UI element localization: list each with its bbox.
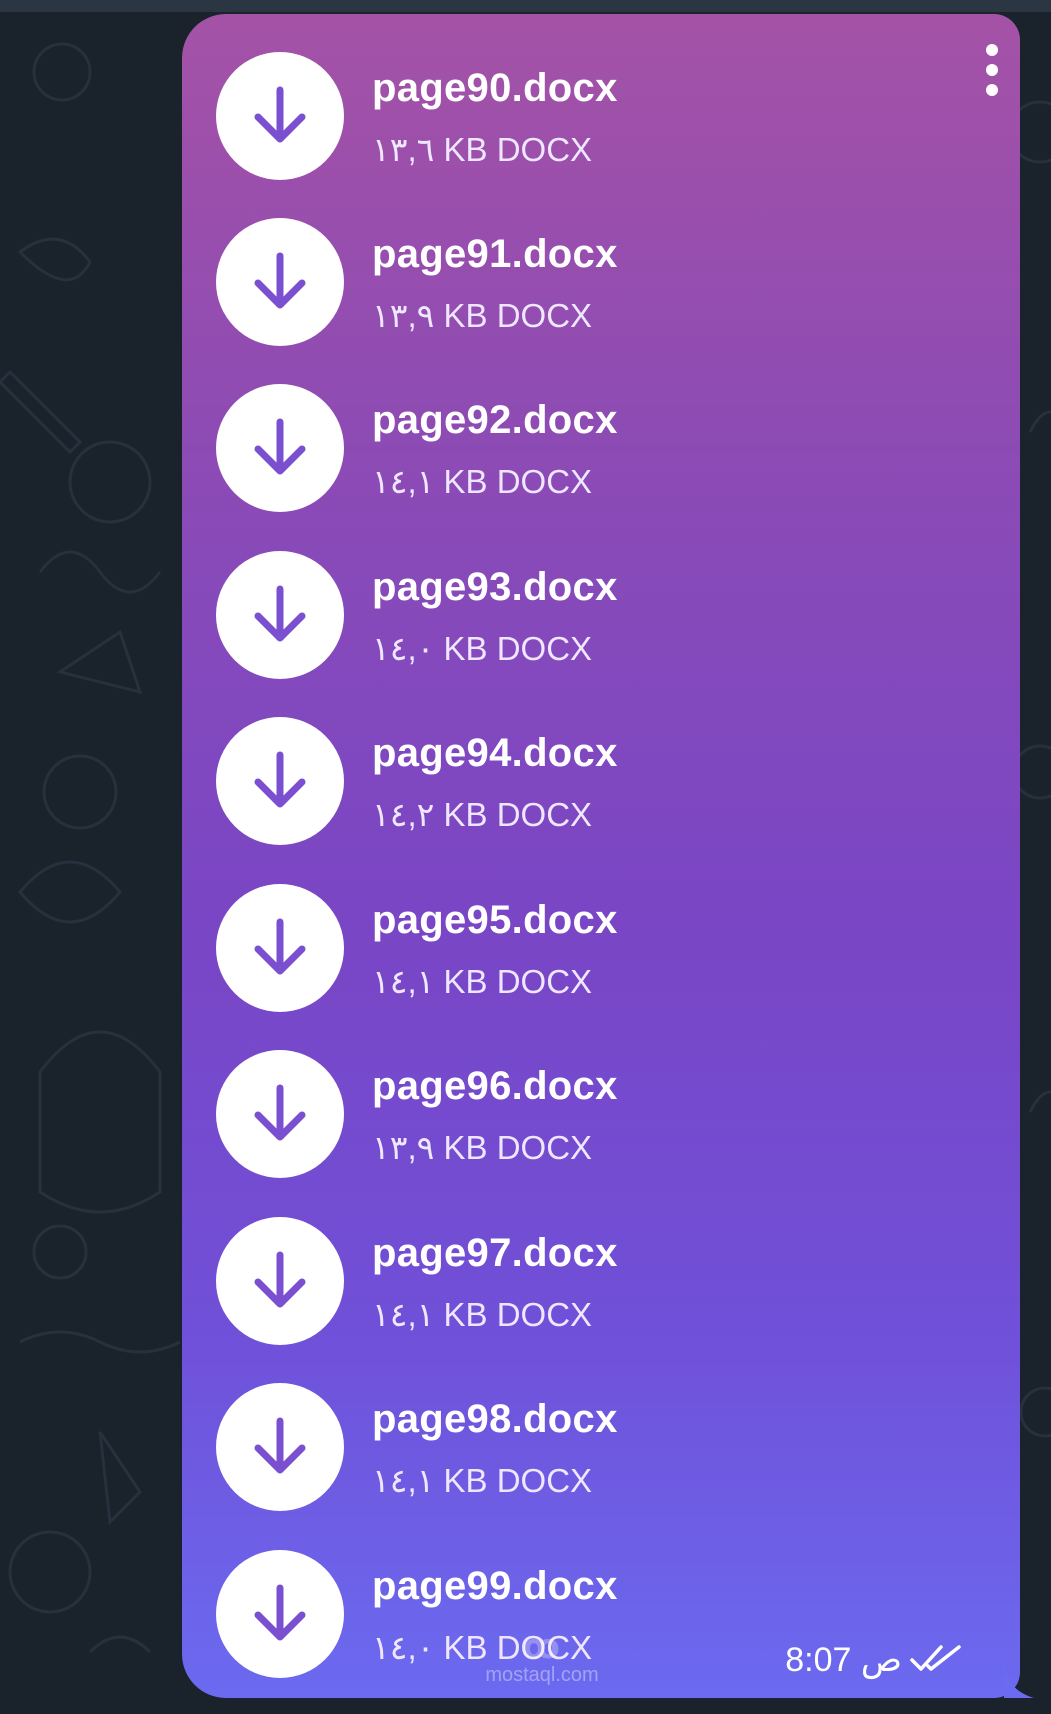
download-button[interactable] <box>216 218 344 346</box>
file-size: ١٤,١ KB DOCX <box>372 463 593 500</box>
download-button[interactable] <box>216 884 344 1012</box>
file-size: ١٤,١ KB DOCX <box>372 1296 593 1333</box>
file-name: page99.docx <box>372 1564 618 1608</box>
download-arrow-icon <box>254 252 306 309</box>
file-size: ١٣,٦ KB DOCX <box>372 131 593 168</box>
download-arrow-icon <box>254 86 306 143</box>
download-arrow-icon <box>254 418 306 475</box>
file-size: ١٣,٩ KB DOCX <box>372 297 593 334</box>
download-button[interactable] <box>216 1050 344 1178</box>
file-attachment[interactable]: page95.docx ١٤,١ KB DOCX <box>182 874 882 1014</box>
file-size: ١٤,٢ KB DOCX <box>372 796 593 833</box>
file-name: page97.docx <box>372 1231 618 1275</box>
top-bar <box>0 0 1051 12</box>
file-attachment[interactable]: page97.docx ١٤,١ KB DOCX <box>182 1207 882 1347</box>
file-name: page95.docx <box>372 898 618 942</box>
download-arrow-icon <box>254 918 306 975</box>
file-name: page94.docx <box>372 731 618 775</box>
file-name: page90.docx <box>372 66 618 110</box>
file-attachment[interactable]: page93.docx ١٤,٠ KB DOCX <box>182 541 882 681</box>
file-attachment[interactable]: page94.docx ١٤,٢ KB DOCX <box>182 707 882 847</box>
download-button[interactable] <box>216 1217 344 1345</box>
file-attachment[interactable]: page91.docx ١٣,٩ KB DOCX <box>182 208 882 348</box>
download-arrow-icon <box>254 1417 306 1474</box>
download-button[interactable] <box>216 384 344 512</box>
file-name: page92.docx <box>372 398 618 442</box>
file-name: page98.docx <box>372 1397 618 1441</box>
watermark: ꝏ mostaql.com <box>442 1630 642 1690</box>
file-name: page93.docx <box>372 565 618 609</box>
file-attachment[interactable]: page98.docx ١٤,١ KB DOCX <box>182 1373 882 1513</box>
file-attachment[interactable]: page90.docx ١٣,٦ KB DOCX <box>182 42 882 182</box>
download-arrow-icon <box>254 585 306 642</box>
file-size: ١٤,١ KB DOCX <box>372 1462 593 1499</box>
download-arrow-icon <box>254 1251 306 1308</box>
file-size: ١٣,٩ KB DOCX <box>372 1129 593 1166</box>
download-arrow-icon <box>254 751 306 808</box>
file-size: ١٤,٠ KB DOCX <box>372 630 593 667</box>
file-name: page91.docx <box>372 232 618 276</box>
download-button[interactable] <box>216 1383 344 1511</box>
download-button[interactable] <box>216 1550 344 1678</box>
more-options-button[interactable] <box>972 44 1012 104</box>
download-arrow-icon <box>254 1084 306 1141</box>
file-attachment[interactable]: page96.docx ١٣,٩ KB DOCX <box>182 1040 882 1180</box>
message-time: 8:07 ص <box>785 1641 902 1679</box>
file-name: page96.docx <box>372 1064 618 1108</box>
watermark-text: mostaql.com <box>485 1664 599 1686</box>
download-arrow-icon <box>254 1584 306 1641</box>
bubble-tail <box>1004 1662 1034 1698</box>
download-button[interactable] <box>216 717 344 845</box>
more-vertical-icon-dot <box>986 44 998 56</box>
download-button[interactable] <box>216 52 344 180</box>
download-button[interactable] <box>216 551 344 679</box>
double-check-icon <box>910 1645 961 1671</box>
more-vertical-icon-dot <box>986 84 998 96</box>
more-vertical-icon-dot <box>986 64 998 76</box>
file-attachment[interactable]: page92.docx ١٤,١ KB DOCX <box>182 374 882 514</box>
file-size: ١٤,١ KB DOCX <box>372 963 593 1000</box>
watermark-logo: ꝏ <box>522 1628 562 1666</box>
message-bubble[interactable]: page90.docx ١٣,٦ KB DOCX page91.docx ١٣,… <box>182 14 1034 1698</box>
